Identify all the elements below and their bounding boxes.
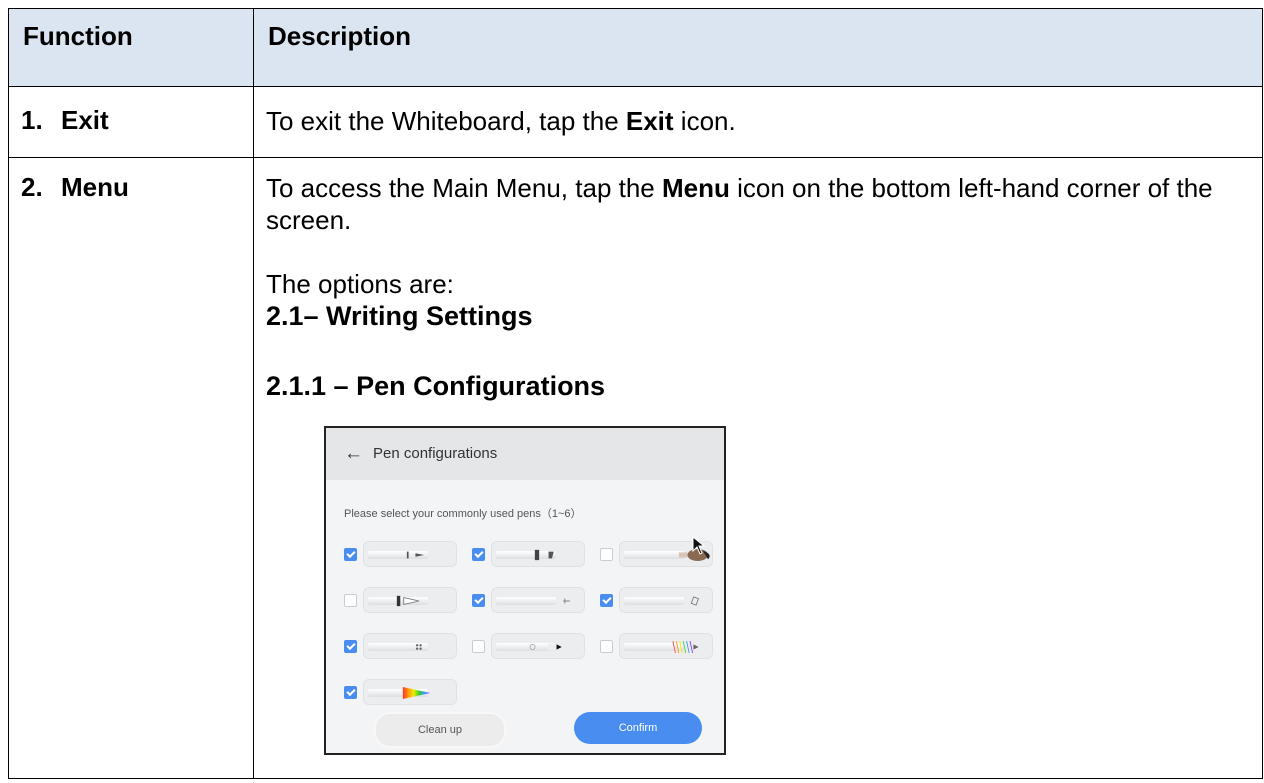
section-heading: 2.1– Writing Settings	[266, 301, 533, 331]
pen-option[interactable]	[600, 580, 724, 620]
rainbow-brush-icon	[672, 641, 699, 653]
rainbow-pen-icon	[402, 687, 431, 699]
pen-preview	[363, 541, 457, 567]
pen-preview	[491, 633, 585, 659]
pen-row	[344, 672, 724, 712]
pen-preview	[363, 679, 457, 705]
description-text: To access the Main Menu, tap the Menu ic…	[266, 172, 1262, 236]
pen-option[interactable]	[344, 672, 472, 712]
pen-option[interactable]	[344, 626, 472, 666]
pen-barrel	[624, 551, 684, 559]
pen-option[interactable]	[344, 580, 472, 620]
pen-preview	[491, 541, 585, 567]
description-cell: To access the Main Menu, tap the Menu ic…	[253, 157, 1263, 779]
eraser-pen-icon	[690, 596, 699, 606]
checked-checkbox[interactable]	[472, 547, 485, 561]
description-cell: To exit the Whiteboard, tap the Exit ico…	[253, 86, 1263, 158]
checked-checkbox[interactable]	[600, 593, 613, 607]
pen-option[interactable]	[344, 534, 472, 574]
table-row: 1. Exit To exit the Whiteboard, tap the E…	[8, 86, 1263, 158]
header-function-label: Function	[23, 21, 133, 51]
function-cell: 2. Menu	[8, 157, 254, 779]
header-description-label: Description	[268, 21, 412, 51]
description-part: To access the Main Menu, tap the	[266, 173, 662, 203]
highlighter-pen-icon	[534, 549, 554, 561]
unchecked-checkbox[interactable]	[600, 639, 613, 653]
pen-option[interactable]	[472, 626, 600, 666]
function-number: 1.	[21, 105, 43, 135]
description-bold: Exit	[625, 106, 674, 136]
marker-pen-icon	[406, 551, 424, 559]
checked-checkbox[interactable]	[344, 547, 357, 561]
description-part: icon.	[673, 106, 736, 136]
pen-option[interactable]	[600, 626, 724, 666]
pen-row	[344, 580, 724, 620]
pen-barrel	[624, 597, 684, 605]
function-table: Function Description 1. Exit To exit the …	[8, 8, 1263, 779]
unchecked-checkbox[interactable]	[344, 593, 357, 607]
checked-checkbox[interactable]	[472, 593, 485, 607]
pen-row	[344, 534, 724, 574]
table-header-row: Function Description	[8, 8, 1263, 87]
confirm-button[interactable]: Confirm	[574, 712, 702, 744]
panel-header: ← Pen configurations	[326, 428, 724, 480]
pen-barrel	[496, 597, 556, 605]
fountain-pen-icon	[396, 595, 420, 607]
function-cell: 1. Exit	[8, 86, 254, 158]
pen-option[interactable]	[472, 534, 600, 574]
back-arrow-icon[interactable]: ←	[344, 438, 363, 470]
pen-preview	[363, 633, 457, 659]
checked-checkbox[interactable]	[344, 639, 357, 653]
clean-up-button[interactable]: Clean up	[374, 712, 506, 748]
pen-preview	[619, 587, 713, 613]
pen-row	[344, 626, 724, 666]
fine-pen-icon	[563, 598, 570, 604]
pen-grid	[344, 534, 724, 718]
dotted-pen-icon	[415, 644, 422, 650]
pen-preview	[619, 633, 713, 659]
function-number: 2.	[21, 172, 43, 202]
checked-checkbox[interactable]	[344, 685, 357, 699]
header-function: Function	[8, 8, 254, 87]
pen-preview	[363, 587, 457, 613]
description-text: To exit the Whiteboard, tap the Exit ico…	[254, 87, 1262, 137]
mouse-cursor-icon	[692, 536, 706, 555]
unchecked-checkbox[interactable]	[472, 639, 485, 653]
panel-buttons: Clean up Confirm	[374, 712, 702, 748]
subsection-heading: 2.1.1 – Pen Configurations	[266, 371, 606, 401]
pen-option[interactable]	[472, 580, 600, 620]
pen-configurations-screenshot: ← Pen configurations Please select your …	[324, 426, 726, 755]
ink-pen-icon	[529, 643, 562, 651]
function-name: Exit	[61, 105, 109, 135]
unchecked-checkbox[interactable]	[600, 547, 613, 561]
table-row: 2. Menu To access the Main Menu, tap the …	[8, 157, 1263, 779]
header-description: Description	[253, 8, 1263, 87]
panel-title: Pen configurations	[373, 445, 498, 462]
description-bold: Menu	[662, 173, 730, 203]
options-intro: The options are:	[266, 269, 454, 299]
description-part: To exit the Whiteboard, tap the	[266, 106, 626, 136]
panel-hint: Please select your commonly used pens（1~…	[344, 508, 582, 520]
function-name: Menu	[61, 172, 129, 202]
pen-preview	[491, 587, 585, 613]
